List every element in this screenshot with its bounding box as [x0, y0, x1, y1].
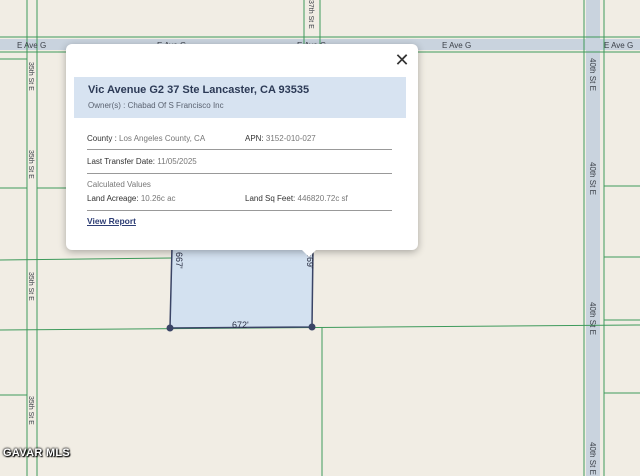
acreage-value: 10.26c ac — [140, 194, 176, 203]
county-value: Los Angeles County, CA — [119, 134, 206, 143]
close-icon[interactable]: ✕ — [392, 50, 412, 70]
apn-label: APN: — [245, 134, 264, 143]
acreage-label: Land Acreage: — [87, 194, 139, 203]
road-label-35th-st: 35th St E — [27, 150, 34, 179]
parcel-info-popup: ✕ Vic Avenue G2 37 Ste Lancaster, CA 935… — [66, 44, 418, 257]
dimension-bottom: 672' — [232, 320, 249, 330]
owner-value: Chabad Of S Francisco Inc — [127, 101, 224, 110]
acreage-row: Land Acreage: 10.26c ac — [87, 194, 176, 203]
popup-header: Vic Avenue G2 37 Ste Lancaster, CA 93535… — [74, 77, 406, 118]
road-label-40th-st: 40th St E — [588, 162, 597, 195]
road-label-ave-g: E Ave G — [17, 41, 46, 50]
road-label-35th-st: 35th St E — [27, 396, 34, 425]
apn-value: 3152-010-027 — [265, 134, 316, 143]
sqft-value: 446820.72c sf — [297, 194, 348, 203]
calculated-values-heading: Calculated Values — [87, 180, 151, 189]
parcel-address: Vic Avenue G2 37 Ste Lancaster, CA 93535 — [88, 84, 310, 96]
county-label: County : — [87, 134, 117, 143]
apn-row: APN: 3152-010-027 — [245, 134, 316, 143]
dimension-left: 667' — [174, 252, 184, 269]
owner-label: Owner(s) : — [88, 101, 126, 110]
road-label-35th-st: 35th St E — [27, 272, 34, 301]
parcel-vertex[interactable] — [308, 323, 316, 331]
divider — [87, 173, 392, 174]
transfer-label: Last Transfer Date: — [87, 157, 156, 166]
watermark-text: GAVAR MLS — [3, 447, 71, 459]
road-label-40th-st: 40th St E — [588, 58, 597, 91]
road-label-ave-g: E Ave G — [604, 41, 633, 50]
county-row: County : Los Angeles County, CA — [87, 134, 205, 143]
popup-pointer — [300, 248, 318, 257]
parcel-owner: Owner(s) : Chabad Of S Francisco Inc — [88, 101, 224, 110]
transfer-row: Last Transfer Date: 11/05/2025 — [87, 157, 197, 166]
sqft-row: Land Sq Feet: 446820.72c sf — [245, 194, 348, 203]
road-label-40th-st: 40th St E — [588, 302, 597, 335]
road-label-35th-st: 35th St E — [27, 62, 34, 91]
transfer-value: 11/05/2025 — [157, 157, 197, 166]
view-report-link[interactable]: View Report — [87, 216, 136, 226]
road-label-ave-g: E Ave G — [442, 41, 471, 50]
road-label-37th-st: 37th St E — [307, 0, 314, 29]
road-label-40th-st: 40th St E — [588, 442, 597, 475]
divider — [87, 149, 392, 150]
parcel-vertex[interactable] — [166, 324, 174, 332]
divider — [87, 210, 392, 211]
sqft-label: Land Sq Feet: — [245, 194, 296, 203]
selected-parcel[interactable] — [169, 246, 314, 329]
